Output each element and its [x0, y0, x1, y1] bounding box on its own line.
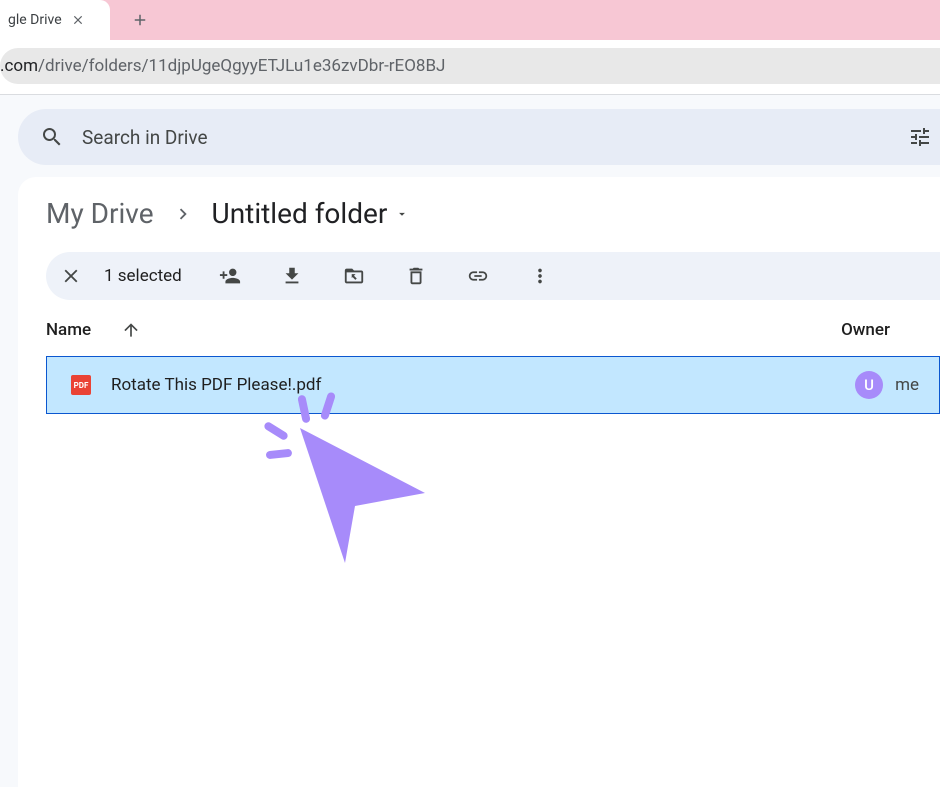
column-name-label: Name [46, 320, 91, 340]
main-panel: My Drive Untitled folder 1 selected [18, 177, 940, 787]
browser-tab[interactable]: gle Drive [0, 0, 110, 40]
filter-icon[interactable] [908, 125, 932, 149]
breadcrumb-root[interactable]: My Drive [46, 197, 154, 230]
owner-label: me [895, 375, 919, 395]
column-owner[interactable]: Owner [841, 320, 890, 340]
owner-cell: U me [855, 371, 919, 399]
delete-button[interactable] [396, 265, 436, 287]
url-bar: .com/drive/folders/11djpUgeQgyyETJLu1e36… [0, 40, 940, 88]
search-icon [40, 125, 64, 149]
chevron-right-icon [172, 203, 194, 225]
breadcrumb-current-label: Untitled folder [212, 197, 388, 230]
breadcrumb-current[interactable]: Untitled folder [212, 197, 410, 230]
close-icon[interactable] [70, 12, 86, 28]
search-bar[interactable]: Search in Drive [18, 109, 940, 165]
share-button[interactable] [210, 265, 250, 287]
pdf-icon: PDF [71, 375, 91, 395]
clear-selection-button[interactable] [60, 265, 82, 287]
arrow-up-icon [121, 320, 141, 340]
download-button[interactable] [272, 265, 312, 287]
caret-down-icon [395, 207, 409, 221]
new-tab-button[interactable] [126, 6, 154, 34]
selection-toolbar: 1 selected [46, 252, 940, 300]
file-name: Rotate This PDF Please!.pdf [111, 375, 835, 395]
url-text: .com/drive/folders/11djpUgeQgyyETJLu1e36… [0, 56, 445, 76]
selection-count: 1 selected [104, 266, 182, 286]
avatar: U [855, 371, 883, 399]
url-field[interactable]: .com/drive/folders/11djpUgeQgyyETJLu1e36… [0, 48, 940, 84]
tab-title: gle Drive [8, 12, 62, 28]
drive-area: Search in Drive My Drive Untitled folder [0, 95, 940, 787]
file-row[interactable]: PDF Rotate This PDF Please!.pdf U me [46, 356, 940, 414]
move-button[interactable] [334, 265, 374, 287]
more-button[interactable] [520, 265, 560, 287]
column-name[interactable]: Name [46, 320, 141, 340]
search-placeholder: Search in Drive [82, 126, 890, 149]
column-headers: Name Owner [46, 320, 940, 340]
browser-tab-bar: gle Drive [0, 0, 940, 40]
link-button[interactable] [458, 265, 498, 287]
breadcrumb: My Drive Untitled folder [46, 197, 940, 230]
